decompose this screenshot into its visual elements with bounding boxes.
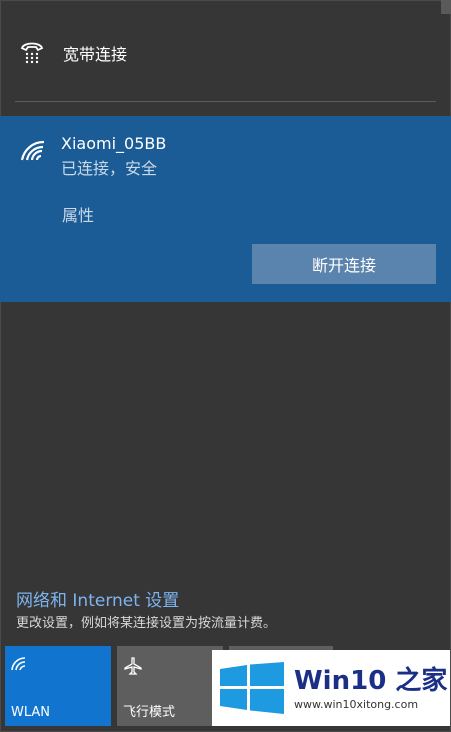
airplane-icon <box>123 656 143 680</box>
properties-link[interactable]: 属性 <box>62 202 94 226</box>
watermark: Win10 之家 www.win10xitong.com <box>212 650 450 726</box>
watermark-title: Win10 之家 <box>294 666 448 696</box>
disconnect-button[interactable]: 断开连接 <box>252 244 436 284</box>
watermark-url: www.win10xitong.com <box>294 698 419 711</box>
dialup-connection-item[interactable]: 宽带连接 <box>0 14 451 84</box>
network-settings-description: 更改设置，例如将某连接设置为按流量计费。 <box>16 616 277 631</box>
wlan-toggle-tile[interactable]: WLAN <box>5 646 111 726</box>
wlan-tile-label: WLAN <box>11 705 51 720</box>
wifi-icon <box>11 656 29 675</box>
scrollbar-stub[interactable] <box>441 0 451 14</box>
dialup-phone-icon <box>20 39 44 69</box>
divider <box>15 101 436 102</box>
wifi-ssid: Xiaomi_05BB <box>61 134 167 153</box>
windows-logo-icon <box>220 662 284 718</box>
dialup-connection-name: 宽带连接 <box>63 45 128 64</box>
airplane-mode-tile[interactable]: 飞行模式 <box>117 646 223 726</box>
wifi-status: 已连接，安全 <box>61 159 158 178</box>
network-settings-link[interactable]: 网络和 Internet 设置 <box>16 586 179 611</box>
airplane-tile-label: 飞行模式 <box>123 705 176 720</box>
wifi-signal-icon <box>20 140 48 166</box>
wifi-network-item[interactable]: Xiaomi_05BB 已连接，安全 属性 断开连接 <box>0 116 451 302</box>
